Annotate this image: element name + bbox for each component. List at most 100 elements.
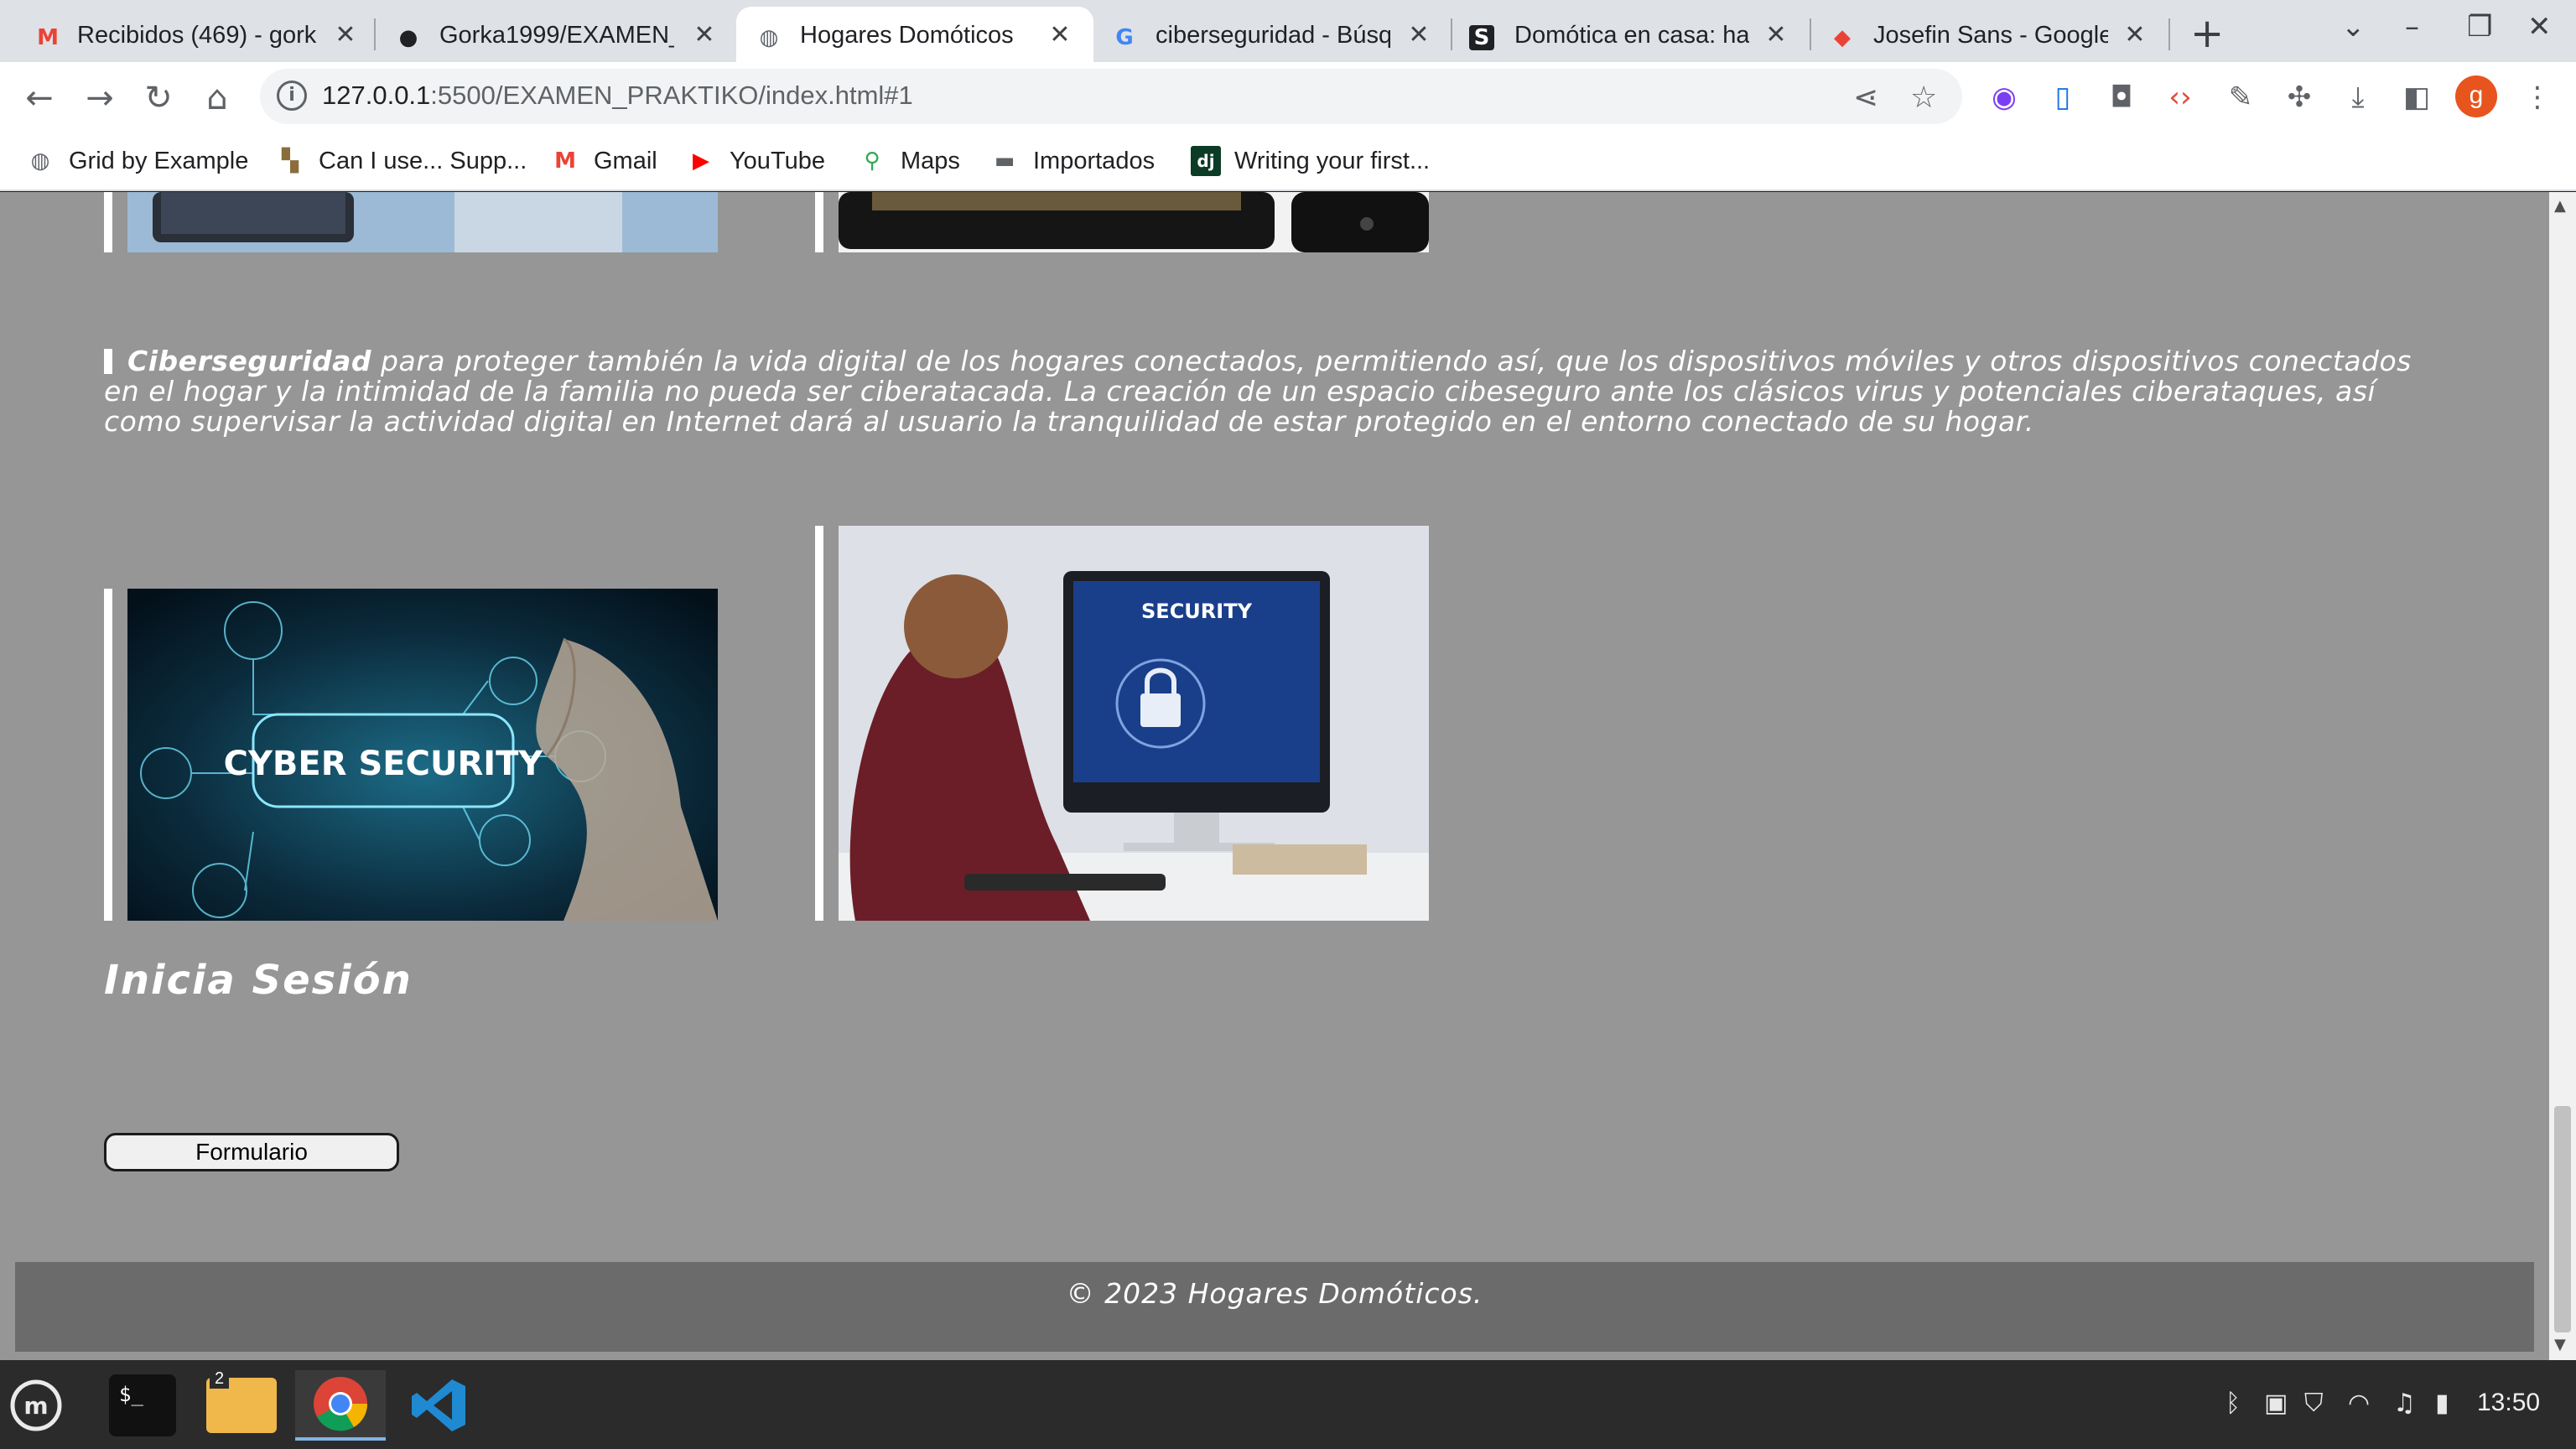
image-accent-bar: [815, 526, 823, 921]
close-icon[interactable]: ✕: [691, 20, 718, 49]
bluetooth-icon[interactable]: ᛒ: [2225, 1389, 2241, 1418]
download-icon[interactable]: ⤓: [2340, 79, 2376, 116]
audio-icon[interactable]: ♫: [2393, 1389, 2416, 1418]
folder-icon: ▬: [994, 148, 1015, 174]
paragraph-accent-mark: [104, 349, 112, 374]
minimize-icon[interactable]: –: [2405, 10, 2419, 44]
image-accent-bar: [815, 192, 823, 252]
restore-icon[interactable]: ❐: [2467, 10, 2492, 44]
wifi-icon[interactable]: ◠: [2348, 1389, 2370, 1418]
caniuse-icon: ▚: [282, 148, 299, 174]
tab-separator: [2168, 18, 2170, 50]
google-icon: G: [1115, 25, 1134, 50]
camera-extension-icon[interactable]: ◘: [2103, 79, 2140, 116]
clipboard-icon[interactable]: ▣: [2264, 1389, 2288, 1418]
bookmark-star-icon[interactable]: ☆: [1910, 80, 1937, 115]
tab-title: ciberseguridad - Búsq: [1156, 22, 1390, 49]
extensions-puzzle-icon[interactable]: ✣: [2281, 79, 2318, 116]
tab-google-search[interactable]: G ciberseguridad - Búsq ✕: [1093, 7, 1452, 62]
close-icon[interactable]: ✕: [332, 20, 359, 49]
bookmark-gmail[interactable]: M Gmail: [550, 144, 657, 178]
close-icon[interactable]: ✕: [1046, 20, 1073, 49]
youtube-icon: ▶: [693, 148, 709, 174]
chrome-icon[interactable]: [295, 1370, 386, 1441]
tablet-phone-image: [839, 192, 1429, 252]
security-image-text: SECURITY: [1141, 600, 1253, 623]
forward-icon[interactable]: →: [79, 79, 121, 117]
tab-hogares-domoticos[interactable]: ◍ Hogares Domóticos ✕: [736, 7, 1093, 62]
tab-title: Josefin Sans - Google: [1873, 22, 2108, 49]
browser-toolbar: ← → ↻ ⌂ i 127.0.0.1:5500/EXAMEN_PRAKTIKO…: [0, 62, 2576, 132]
bookmark-writing-your-first[interactable]: dj Writing your first...: [1191, 144, 1430, 178]
scroll-thumb[interactable]: [2554, 1106, 2571, 1332]
side-panel-icon[interactable]: ◧: [2398, 79, 2435, 116]
page-scrollbar[interactable]: ▲ ▼: [2549, 192, 2576, 1360]
shield-icon[interactable]: ⛉: [2304, 1389, 2324, 1418]
share-icon[interactable]: ⋖: [1853, 80, 1878, 115]
taskbar-clock[interactable]: 13:50: [2477, 1389, 2540, 1417]
s-icon: S: [1469, 25, 1494, 50]
tab-search-chevron-icon[interactable]: ⌄: [2341, 10, 2366, 44]
bookmarks-bar: ◍ Grid by Example ▚ Can I use... Supp...…: [0, 132, 2576, 191]
image-accent-bar: [104, 589, 112, 921]
cyber-security-image: CYBER SECURITY: [127, 589, 718, 921]
menu-kebab-icon[interactable]: ⋮: [2519, 79, 2556, 116]
home-icon[interactable]: ⌂: [196, 79, 238, 117]
files-folder-icon[interactable]: 2: [196, 1369, 287, 1441]
cybersecurity-paragraph: Ciberseguridad para proteger también la …: [104, 346, 2452, 437]
tab-josefin-sans[interactable]: ◆ Josefin Sans - Google ✕: [1811, 7, 2170, 62]
paragraph-strong: Ciberseguridad: [127, 345, 372, 377]
tab-gmail[interactable]: M Recibidos (469) - gork ✕: [0, 7, 374, 62]
files-badge: 2: [210, 1369, 230, 1389]
page-viewport: Ciberseguridad para proteger también la …: [0, 192, 2576, 1360]
scroll-up-arrow-icon[interactable]: ▲: [2554, 197, 2566, 215]
scroll-down-arrow-icon[interactable]: ▼: [2554, 1336, 2566, 1353]
color-picker-extension-icon[interactable]: ◉: [1986, 79, 2023, 116]
maps-icon: ⚲: [864, 148, 880, 174]
mint-menu-icon[interactable]: m: [0, 1370, 72, 1441]
bookmark-folder-importados[interactable]: ▬ Importados: [989, 144, 1155, 178]
terminal-icon[interactable]: $_: [102, 1370, 183, 1441]
os-taskbar: m $_ 2 ᛒ ▣ ⛉ ◠ ♫ ▮ 13:50: [0, 1360, 2576, 1449]
reload-icon[interactable]: ↻: [138, 79, 179, 117]
gmail-icon: M: [554, 148, 576, 174]
eyedropper-extension-icon[interactable]: ✎: [2222, 79, 2259, 116]
paragraph-text: para proteger también la vida digital de…: [104, 345, 2412, 438]
tab-domotica[interactable]: S Domótica en casa: hac ✕: [1452, 7, 1811, 62]
vscode-icon[interactable]: [394, 1370, 485, 1441]
cyber-security-image-text: CYBER SECURITY: [224, 745, 544, 783]
svg-text:m: m: [23, 1392, 48, 1420]
bookmark-maps[interactable]: ⚲ Maps: [857, 144, 959, 178]
login-heading: Inicia Sesión: [104, 957, 413, 1004]
new-tab-icon[interactable]: +: [2190, 10, 2224, 57]
tab-github[interactable]: ● Gorka1999/EXAMEN_ ✕: [376, 7, 736, 62]
address-bar[interactable]: i 127.0.0.1:5500/EXAMEN_PRAKTIKO/index.h…: [260, 69, 1962, 124]
close-icon[interactable]: ✕: [1405, 20, 1432, 49]
site-info-icon[interactable]: i: [277, 80, 307, 111]
google-fonts-icon: ◆: [1834, 25, 1851, 50]
code-extension-icon[interactable]: ‹›: [2162, 79, 2199, 116]
globe-icon: ◍: [30, 148, 50, 174]
profile-avatar[interactable]: g: [2455, 75, 2497, 117]
github-icon: ●: [398, 25, 418, 50]
tab-title: Domótica en casa: hac: [1514, 22, 1749, 49]
close-icon[interactable]: ✕: [2122, 20, 2148, 49]
back-icon[interactable]: ←: [18, 79, 60, 117]
window-close-icon[interactable]: ✕: [2527, 10, 2552, 44]
bookmark-can-i-use[interactable]: ▚ Can I use... Supp...: [275, 144, 527, 178]
page-footer: © 2023 Hogares Domóticos.: [15, 1262, 2534, 1352]
url-text: 127.0.0.1:5500/EXAMEN_PRAKTIKO/index.htm…: [322, 80, 913, 110]
tab-title: Hogares Domóticos: [800, 22, 1014, 49]
bookmark-youtube[interactable]: ▶ YouTube: [686, 144, 825, 178]
gmail-icon: M: [37, 25, 59, 50]
django-icon: dj: [1191, 146, 1221, 176]
form-button[interactable]: Formulario: [104, 1133, 399, 1171]
document-extension-icon[interactable]: ▯: [2044, 79, 2081, 116]
security-computer-image: SECURITY: [839, 526, 1429, 921]
image-accent-bar: [104, 192, 112, 252]
close-icon[interactable]: ✕: [1763, 20, 1789, 49]
battery-icon[interactable]: ▮: [2435, 1389, 2449, 1418]
bookmark-grid-by-example[interactable]: ◍ Grid by Example: [25, 144, 249, 178]
tab-title: Gorka1999/EXAMEN_: [439, 22, 674, 49]
footer-copyright: © 2023 Hogares Domóticos.: [1066, 1277, 1483, 1310]
